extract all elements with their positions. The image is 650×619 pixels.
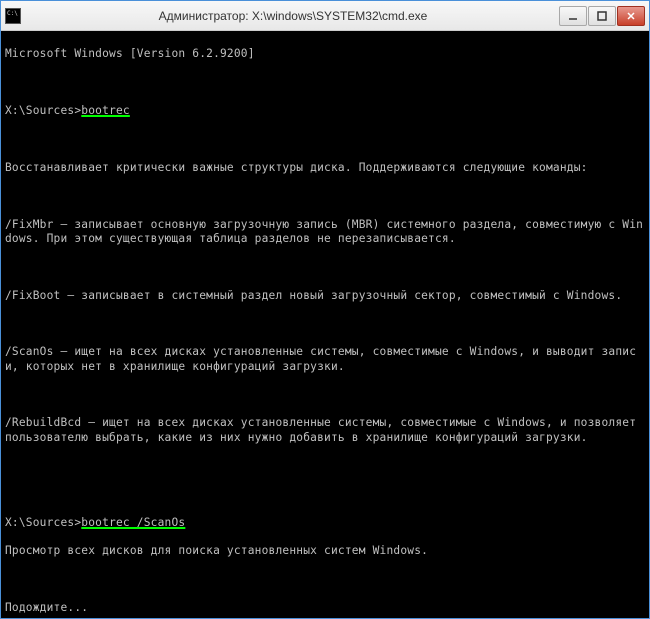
command-scanos: bootrec /ScanOs	[81, 516, 185, 529]
minimize-button[interactable]	[559, 6, 587, 26]
terminal-output[interactable]: Microsoft Windows [Version 6.2.9200] X:\…	[1, 31, 649, 618]
prompt-line-2: X:\Sources>bootrec /ScanOs	[5, 516, 645, 530]
version-line: Microsoft Windows [Version 6.2.9200]	[5, 47, 645, 61]
fixboot-desc: /FixBoot — записывает в системный раздел…	[5, 289, 645, 303]
close-icon	[626, 11, 636, 21]
scan-lookup: Просмотр всех дисков для поиска установл…	[5, 544, 645, 558]
window-controls	[559, 6, 645, 26]
desc-intro: Восстанавливает критически важные структ…	[5, 161, 645, 175]
cmd-icon	[5, 8, 21, 24]
rebuildbcd-desc: /RebuildBcd — ищет на всех дисках устано…	[5, 416, 645, 444]
prompt-line-1: X:\Sources>bootrec	[5, 104, 645, 118]
scanos-desc: /ScanOs — ищет на всех дисках установлен…	[5, 345, 645, 373]
titlebar[interactable]: Администратор: X:\windows\SYSTEM32\cmd.e…	[1, 1, 649, 31]
cmd-window: Администратор: X:\windows\SYSTEM32\cmd.e…	[0, 0, 650, 619]
command-bootrec: bootrec	[81, 104, 130, 117]
minimize-icon	[568, 11, 578, 21]
wait-text: Подождите...	[5, 601, 645, 615]
maximize-icon	[597, 11, 607, 21]
maximize-button[interactable]	[588, 6, 616, 26]
close-button[interactable]	[617, 6, 645, 26]
fixmbr-desc: /FixMbr — записывает основную загрузочну…	[5, 218, 645, 246]
window-title: Администратор: X:\windows\SYSTEM32\cmd.e…	[27, 9, 559, 23]
